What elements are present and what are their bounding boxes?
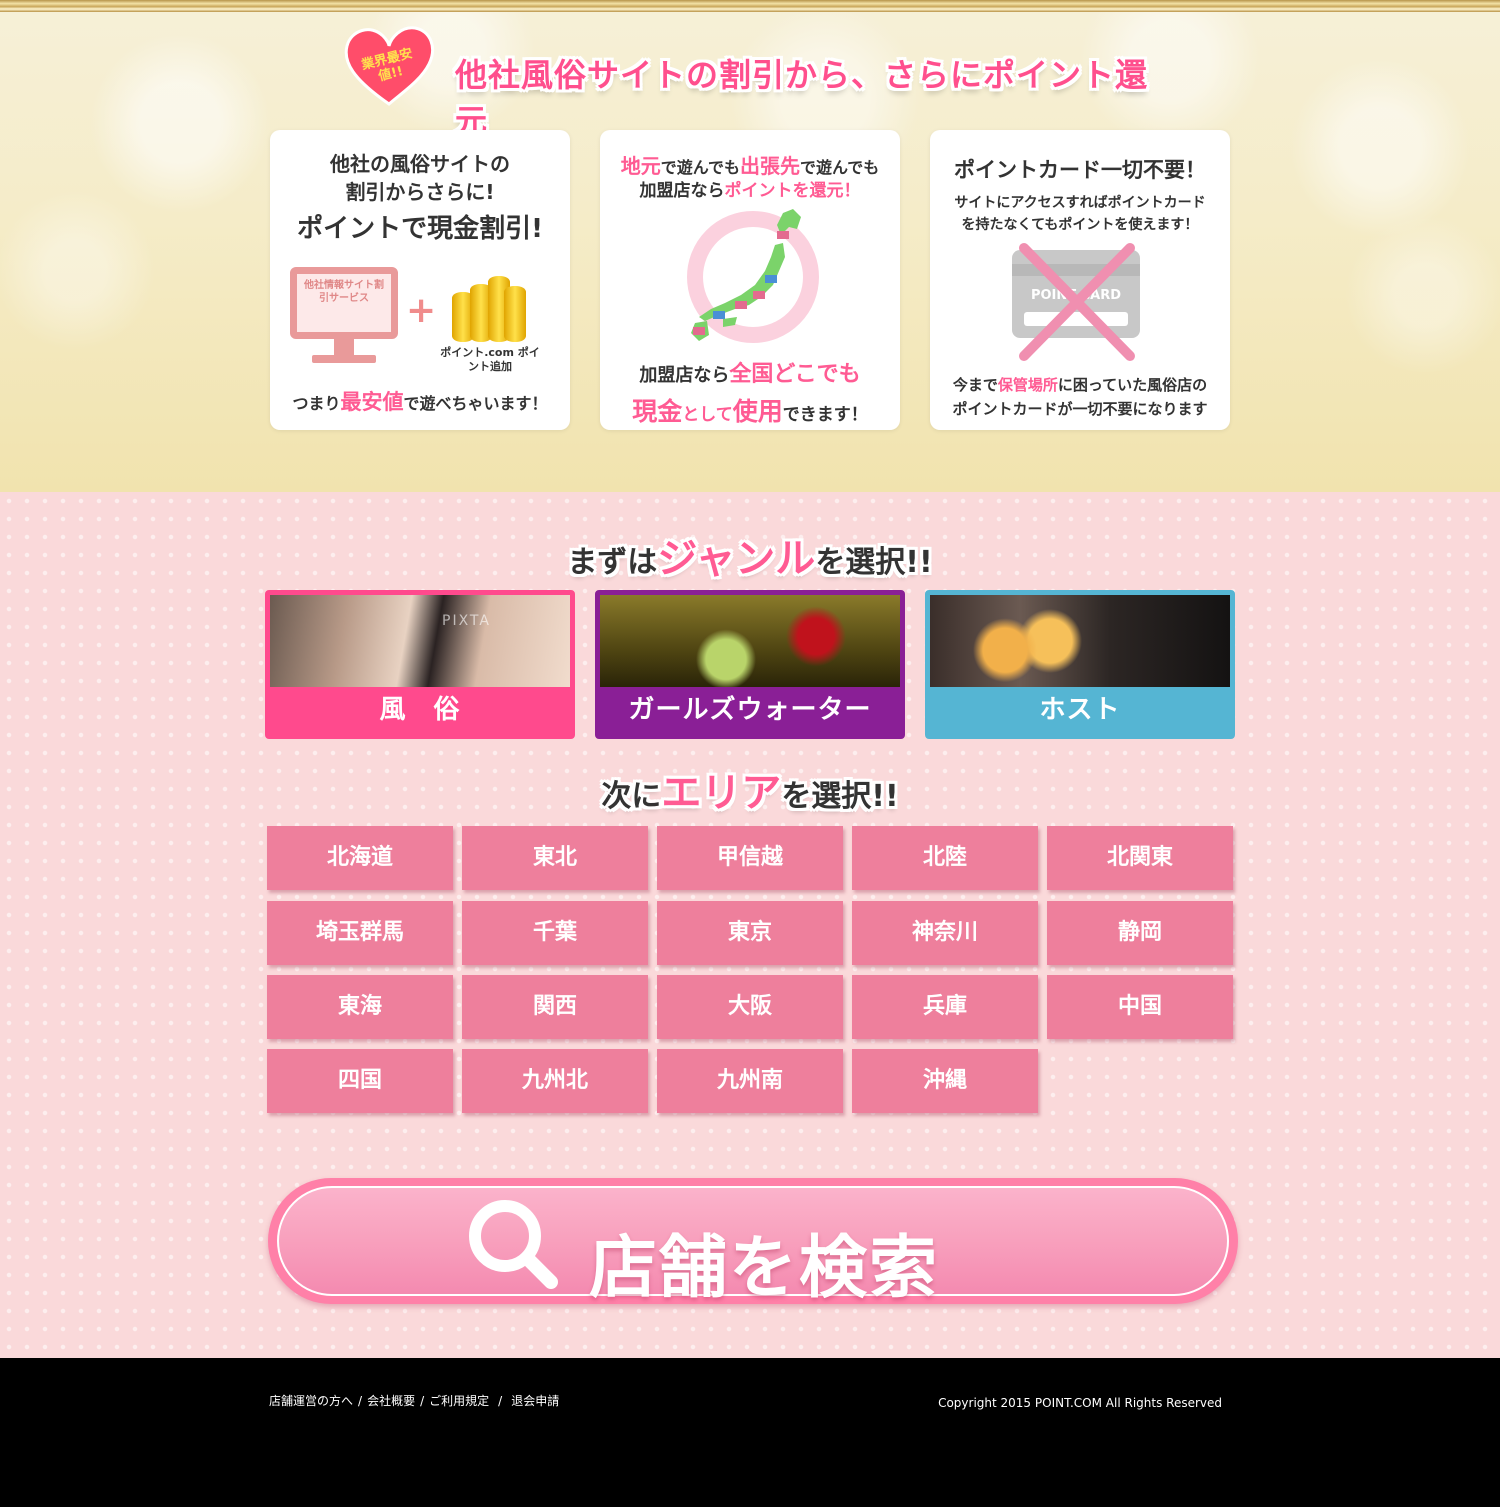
footer-links: 店舗運営の方へ / 会社概要 / ご利用規定 / 退会申請 [269,1390,559,1409]
genre-girls-water-photo [600,595,900,687]
card2-b1-b: 全国どこでも [729,362,861,387]
area-button-hokkaido[interactable]: 北海道 [267,826,453,890]
card2-b1-a: 加盟店なら [639,365,730,386]
gold-border [0,0,1500,12]
area-button-shikoku[interactable]: 四国 [267,1049,453,1113]
card1-bottom: つまり最安値で遊べちゃいます！ [270,386,570,416]
card3-b1-a: 今まで [952,376,998,394]
footer: 店舗運営の方へ / 会社概要 / ご利用規定 / 退会申請 Copyright 2015 P… [0,1358,1500,1507]
card1-emph: ポイントで現金割引! [297,214,543,244]
genre-host-button[interactable]: ホスト [925,590,1235,739]
genre-title-pre: まずは [567,545,658,580]
pixta-watermark: PIXTA [442,613,491,629]
card1-bottom-pre: つまり [292,394,341,413]
area-section-title: 次にエリアを選択!! [0,760,1500,818]
footer-link-unsubscribe[interactable]: 退会申請 [511,1394,559,1408]
card2-b2-a: 現金 [632,397,683,426]
card3-desc1: サイトにアクセスすればポイントカード [954,195,1206,211]
card3-desc2: を持たなくてもポイントを使えます！ [961,217,1199,233]
card1-line1: 他社の風俗サイトの [330,152,510,176]
card2-l2-a: 加盟店なら [639,181,725,201]
area-button-hokuriku[interactable]: 北陸 [852,826,1038,890]
genre-title-big: ジャンル [657,536,816,582]
genre-host-label: ホスト [930,687,1230,734]
feature-card-discount: 他社の風俗サイトの 割引からさらに! ポイントで現金割引! 他社情報サイト割引サ… [270,130,570,430]
search-section: まずはジャンルを選択!! PIXTA 風 俗 ガールズウォーター ホスト 次にエ… [0,492,1500,1358]
footer-link-store-operators[interactable]: 店舗運営の方へ [269,1394,353,1408]
card2-b2-d: できます！ [782,405,868,425]
area-button-chugoku[interactable]: 中国 [1047,975,1233,1039]
card2-l1-b: で遊んでも [660,158,740,177]
hero-headline: 他社風俗サイトの割引から、さらにポイント還元 [455,56,1149,140]
japan-map-icon [687,209,819,343]
genre-girls-water-button[interactable]: ガールズウォーター [595,590,905,739]
area-button-kanagawa[interactable]: 神奈川 [852,901,1038,965]
genre-fuzoku-button[interactable]: PIXTA 風 俗 [265,590,575,739]
area-button-shizuoka[interactable]: 静岡 [1047,901,1233,965]
card3-b1-c: に困っていた風俗店の [1057,376,1208,394]
area-button-kitakanto[interactable]: 北関東 [1047,826,1233,890]
search-stores-button[interactable]: 店舗を検索 [268,1178,1238,1308]
card3-bottom1: 今まで保管場所に困っていた風俗店の [930,374,1230,395]
area-button-okinawa[interactable]: 沖縄 [852,1049,1038,1113]
search-icon [469,1200,558,1289]
coin-caption: ポイント.com ポイント追加 [440,346,540,373]
area-title-pre: 次に [601,779,662,814]
top-banner: 業界最安値!! 他社風俗サイトの割引から、さらにポイント還元 他社の風俗サイトの… [0,0,1500,492]
area-button-tokai[interactable]: 東海 [267,975,453,1039]
area-button-kyushu-north[interactable]: 九州北 [462,1049,648,1113]
area-button-chiba[interactable]: 千葉 [462,901,648,965]
card2-b2-b: として [682,405,733,425]
area-button-hyogo[interactable]: 兵庫 [852,975,1038,1039]
area-button-kyushu-south[interactable]: 九州南 [657,1049,843,1113]
footer-separator: / [498,1394,503,1408]
area-title-post: を選択!! [781,779,899,814]
card2-bottom2: 現金として使用できます！ [600,392,900,428]
area-button-tokyo[interactable]: 東京 [657,901,843,965]
copyright: Copyright 2015 POINT.COM All Rights Rese… [938,1396,1222,1410]
card2-l1-a: 地元 [620,154,661,178]
hero-title: 業界最安値!! 他社風俗サイトの割引から、さらにポイント還元 [343,24,1173,140]
card1-line2: 割引からさらに! [345,180,495,204]
footer-separator: / [358,1394,363,1408]
feature-card-nationwide: 地元で遊んでも出張先で遊んでも 加盟店ならポイントを還元！ 加盟店なら全国どこで… [600,130,900,430]
card1-bottom-emph: 最安値 [340,390,404,414]
card2-l1-d: で遊んでも [800,158,880,177]
cross-icon [1019,243,1135,361]
area-button-tohoku[interactable]: 東北 [462,826,648,890]
genre-fuzoku-label: 風 俗 [270,687,570,734]
area-button-kansai[interactable]: 関西 [462,975,648,1039]
card3-title: ポイントカード一切不要！ [954,158,1206,182]
genre-title-post: を選択!! [815,545,933,580]
card2-l1-c: 出張先 [740,154,800,178]
coins-icon [448,268,530,344]
footer-separator: / [420,1394,425,1408]
genre-girls-water-label: ガールズウォーター [600,687,900,734]
card2-line2: 加盟店ならポイントを還元！ [600,176,900,201]
card3-bottom2: ポイントカードが一切不要になります [952,400,1208,418]
area-button-koshinetsu[interactable]: 甲信越 [657,826,843,890]
card2-b2-c: 使用 [732,397,783,426]
area-button-osaka[interactable]: 大阪 [657,975,843,1039]
card1-bottom-post: で遊べちゃいます！ [403,394,548,413]
card2-l2-b: ポイントを還元！ [724,181,861,201]
monitor-icon: 他社情報サイト割引サービス [290,267,400,367]
area-title-big: エリア [661,770,782,816]
area-button-saitama-gunma[interactable]: 埼玉群馬 [267,901,453,965]
genre-fuzoku-photo [270,595,570,687]
genre-section-title: まずはジャンルを選択!! [0,526,1500,584]
footer-link-company[interactable]: 会社概要 [367,1394,415,1408]
card2-bottom1: 加盟店なら全国どこでも [600,356,900,388]
footer-link-terms[interactable]: ご利用規定 [429,1394,489,1408]
card3-b1-b: 保管場所 [997,376,1058,394]
card2-line1: 地元で遊んでも出張先で遊んでも [600,150,900,179]
plus-sign: + [406,290,437,331]
search-button-face: 店舗を検索 [277,1186,1229,1308]
monitor-text: 他社情報サイト割引サービス [304,280,384,304]
search-button-label: 店舗を検索 [589,1229,940,1308]
feature-card-no-card: ポイントカード一切不要！ サイトにアクセスすればポイントカード を持たなくてもポ… [930,130,1230,430]
genre-host-photo [930,595,1230,687]
